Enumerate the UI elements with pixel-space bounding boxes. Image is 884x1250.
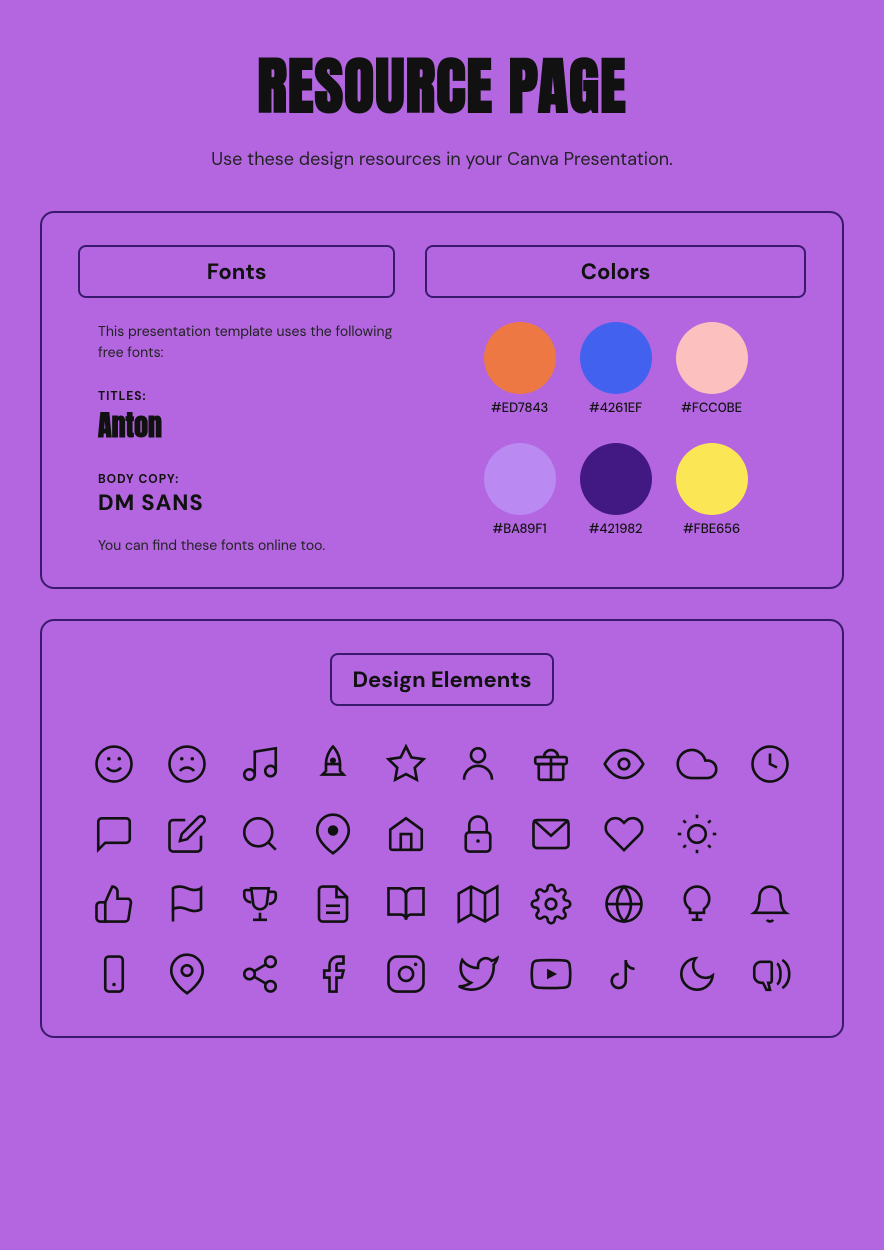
color-circle-pink: [676, 322, 748, 394]
color-label-pink: #FCC0BE: [681, 400, 742, 417]
book-icon: [376, 874, 436, 934]
color-row-1: #ED7843 #4261EF #FCC0BE: [425, 322, 806, 417]
facebook-icon: [303, 944, 363, 1004]
fonts-description: This presentation template uses the foll…: [78, 322, 395, 364]
color-item-orange: #ED7843: [484, 322, 556, 417]
bulb-icon: [667, 874, 727, 934]
colors-header: Colors: [425, 245, 806, 298]
fonts-colors-row: Fonts This presentation template uses th…: [78, 245, 806, 555]
thumbsup-icon: [84, 874, 144, 934]
music-icon: [230, 734, 290, 794]
lock-icon: [448, 804, 508, 864]
titles-font-entry: TITLES: Anton: [78, 384, 395, 447]
house-icon: [376, 804, 436, 864]
color-item-yellow: #FBE656: [676, 443, 748, 538]
trophy-icon: [230, 874, 290, 934]
fonts-colors-card: Fonts This presentation template uses th…: [40, 211, 844, 589]
map-icon: [448, 874, 508, 934]
page-title: RESOURCE PAGE: [257, 40, 626, 133]
color-label-yellow: #FBE656: [683, 521, 740, 538]
document-icon: [303, 874, 363, 934]
bodycopy-label: BODY COPY:: [98, 471, 179, 487]
bell-icon: [740, 874, 800, 934]
color-rows-wrapper: #ED7843 #4261EF #FCC0BE #BA89F1: [425, 322, 806, 548]
clock-icon: [740, 734, 800, 794]
page-subtitle: Use these design resources in your Canva…: [211, 147, 672, 171]
tiktok-icon: [594, 944, 654, 1004]
color-label-darkpurple: #421982: [589, 521, 643, 538]
fonts-section: Fonts This presentation template uses th…: [78, 245, 395, 555]
design-elements-card: Design Elements: [40, 619, 844, 1038]
titles-label: TITLES:: [98, 388, 147, 404]
color-item-darkpurple: #421982: [580, 443, 652, 538]
fonts-note: You can find these fonts online too.: [78, 537, 395, 555]
icons-grid: [78, 734, 806, 1004]
color-label-blue: #4261EF: [589, 400, 642, 417]
eye-icon: [594, 734, 654, 794]
speech-bubble-icon: [84, 804, 144, 864]
color-circle-yellow: [676, 443, 748, 515]
cloud-icon: [667, 734, 727, 794]
color-row-2: #BA89F1 #421982 #FBE656: [425, 443, 806, 538]
gift-icon: [521, 734, 581, 794]
person-icon: [448, 734, 508, 794]
magnify-icon: [230, 804, 290, 864]
color-circle-lavender: [484, 443, 556, 515]
icon-row-2: [78, 804, 806, 864]
location-icon: [157, 944, 217, 1004]
color-item-lavender: #BA89F1: [484, 443, 556, 538]
megaphone-icon: [740, 944, 800, 1004]
globe-icon: [594, 874, 654, 934]
color-circle-darkpurple: [580, 443, 652, 515]
mail-icon: [521, 804, 581, 864]
smile-icon: [84, 734, 144, 794]
color-circle-blue: [580, 322, 652, 394]
bodycopy-font-name: DM SANS: [98, 488, 395, 517]
rocket-icon: [303, 734, 363, 794]
color-item-blue: #4261EF: [580, 322, 652, 417]
phone-icon: [84, 944, 144, 1004]
color-label-orange: #ED7843: [491, 400, 548, 417]
gear-icon: [521, 874, 581, 934]
flag-icon: [157, 874, 217, 934]
design-elements-header: Design Elements: [330, 653, 553, 706]
moon-icon: [667, 944, 727, 1004]
heart-icon: [594, 804, 654, 864]
pencil-icon: [157, 804, 217, 864]
frown-icon: [157, 734, 217, 794]
color-item-pink: #FCC0BE: [676, 322, 748, 417]
titles-font-name: Anton: [98, 405, 395, 447]
color-label-lavender: #BA89F1: [493, 521, 547, 538]
share-icon: [230, 944, 290, 1004]
sun-icon: [667, 804, 727, 864]
instagram-icon: [376, 944, 436, 1004]
fonts-header: Fonts: [78, 245, 395, 298]
bodycopy-font-entry: BODY COPY: DM SANS: [78, 467, 395, 517]
colors-section: Colors #ED7843 #4261EF #FCC0BE: [425, 245, 806, 548]
icon-row-1: [78, 734, 806, 794]
youtube-icon: [521, 944, 581, 1004]
icon-row-4: [78, 944, 806, 1004]
icon-row-3: [78, 874, 806, 934]
pin-icon: [303, 804, 363, 864]
star-icon: [376, 734, 436, 794]
color-circle-orange: [484, 322, 556, 394]
twitter-icon: [448, 944, 508, 1004]
